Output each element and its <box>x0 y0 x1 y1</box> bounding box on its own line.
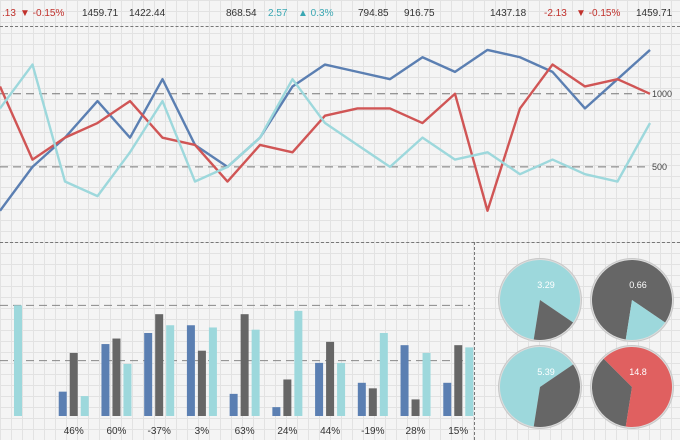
bar-gray <box>326 341 335 416</box>
bar-gray <box>69 352 78 416</box>
bar-cyan <box>166 325 175 416</box>
bar-blue <box>58 391 67 416</box>
bar-blue <box>357 382 366 416</box>
bar-cyan <box>465 347 474 416</box>
chart-canvas: 5001000 46% 60% -37% 3% 63% 24% 44% -19% 28% 15% … <box>0 48 674 437</box>
bar-chart-labels: 46% 60% -37% 3% 63% 24% 44% -19% 28% 15% <box>64 426 469 437</box>
pie-chart: 3.29 <box>498 258 582 342</box>
bar-gray <box>368 388 377 416</box>
bar-blue <box>229 393 238 416</box>
bar-cyan <box>337 362 346 416</box>
bar-gray <box>197 350 206 416</box>
bar-cyan <box>80 396 89 416</box>
bar-cyan <box>422 352 431 416</box>
bar-gray <box>283 379 292 416</box>
x-tick-label: 44% <box>320 426 340 437</box>
bar-gray <box>155 314 164 416</box>
line-series-blue <box>0 48 651 212</box>
x-tick-label: 15% <box>448 426 468 437</box>
pie-chart: 14.8 <box>590 345 674 429</box>
bar-blue <box>400 345 409 416</box>
bar-cyan <box>123 363 132 416</box>
bar-gray <box>240 314 249 416</box>
bar-blue <box>272 407 281 416</box>
x-tick-label: 63% <box>235 426 255 437</box>
bar-chart-grid <box>0 304 470 362</box>
pie-value-label: 0.66 <box>629 280 647 290</box>
y-tick-label: 1000 <box>652 89 672 99</box>
bar-blue <box>144 333 153 416</box>
bar-blue <box>186 325 195 416</box>
pie-chart: 0.66 <box>590 258 674 342</box>
x-tick-label: 3% <box>195 426 210 437</box>
bar-blue <box>101 344 110 416</box>
pie-chart: 5.39 <box>498 345 582 429</box>
bar-cyan <box>294 310 303 416</box>
x-tick-label: 60% <box>106 426 126 437</box>
line-series-cyan <box>0 63 652 198</box>
line-series-red <box>0 63 651 212</box>
x-tick-label: -19% <box>361 426 384 437</box>
pie-value-label: 14.8 <box>629 367 647 377</box>
bar-cyan <box>379 333 388 416</box>
bar-blue <box>443 382 452 416</box>
bar-gray <box>112 338 121 416</box>
line-chart-series <box>0 48 652 212</box>
bar-cyan <box>251 329 260 416</box>
y-tick-label: 500 <box>652 162 667 172</box>
bar-cyan <box>208 327 217 416</box>
bar-blue <box>315 362 324 416</box>
pie-value-label: 3.29 <box>537 280 555 290</box>
x-tick-label: 28% <box>406 426 426 437</box>
pie-value-label: 5.39 <box>537 367 555 377</box>
x-tick-label: 24% <box>277 426 297 437</box>
x-tick-label: -37% <box>148 426 171 437</box>
bar-gray <box>411 399 420 416</box>
x-tick-label: 46% <box>64 426 84 437</box>
pie-charts: 3.29 0.66 5.39 14.8 <box>498 258 674 429</box>
bar-gray <box>454 345 463 416</box>
bar-cyan <box>14 305 22 416</box>
